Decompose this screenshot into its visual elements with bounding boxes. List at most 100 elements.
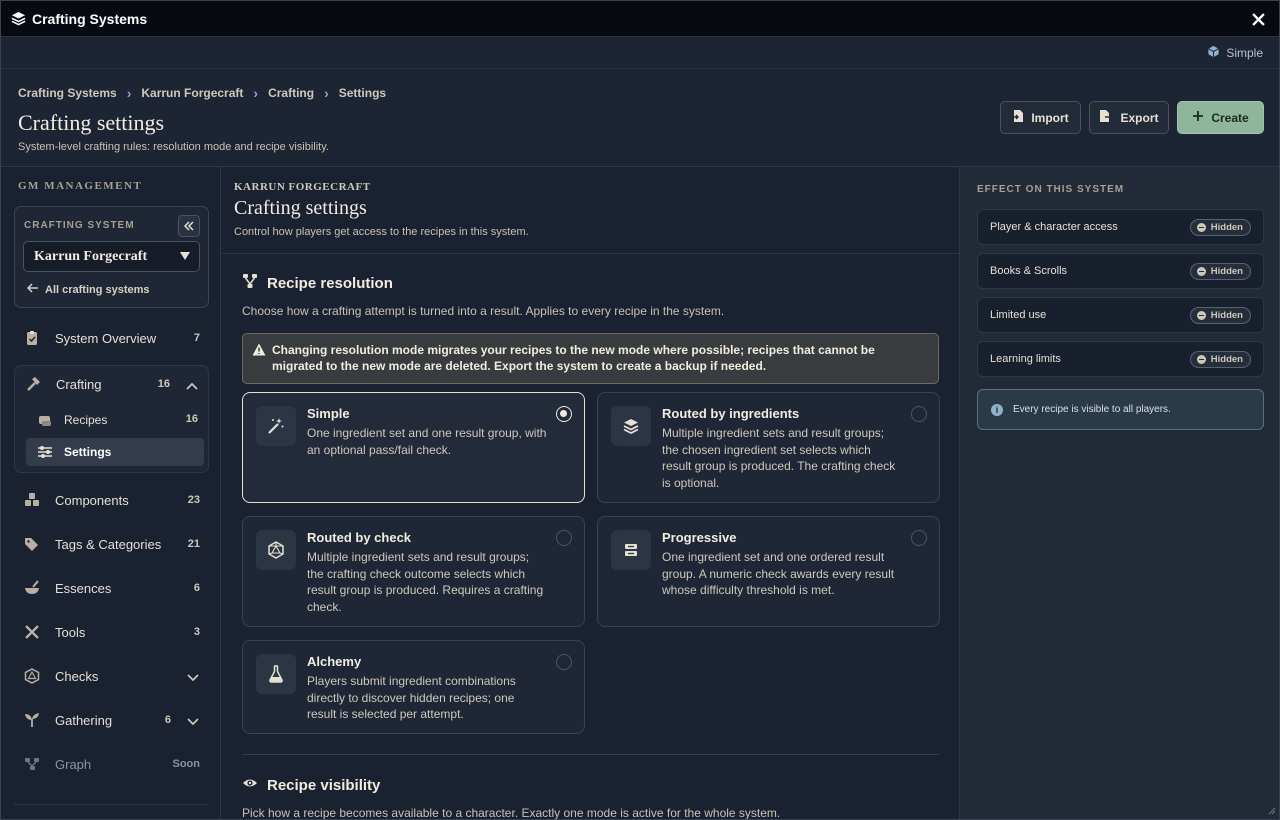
- export-button[interactable]: Export: [1089, 101, 1169, 134]
- warning-icon: [252, 343, 266, 360]
- chevron-right-icon: ›: [253, 85, 259, 101]
- breadcrumb: Crafting Systems › Karrun Forgecraft › C…: [18, 85, 386, 101]
- resolution-heading: Recipe resolution: [242, 273, 393, 293]
- layers-icon: [11, 11, 27, 27]
- breadcrumb-item[interactable]: Crafting: [268, 86, 314, 100]
- option-name: Simple: [307, 406, 350, 421]
- option-radio[interactable]: [911, 530, 927, 546]
- wand-icon: [256, 406, 296, 446]
- system-selector-panel: CRAFTING SYSTEM Karrun Forgecraft All cr…: [14, 206, 209, 308]
- sidebar-item-label: Recipes: [64, 413, 108, 427]
- sidebar-item-recipes[interactable]: Recipes 16: [26, 406, 204, 434]
- sidebar-item-crafting[interactable]: Crafting 16: [15, 366, 208, 402]
- option-name: Progressive: [662, 530, 737, 545]
- sidebar-item-gathering[interactable]: Gathering 6: [14, 702, 209, 738]
- page-title: Crafting settings: [18, 110, 165, 135]
- sidebar-item-tags[interactable]: Tags & Categories 21: [14, 526, 209, 562]
- system-select-value: Karrun Forgecraft: [34, 248, 148, 264]
- sidebar-item-count: 6: [164, 714, 171, 726]
- crafting-nav-group: Crafting 16 Recipes 16 Settings: [14, 365, 209, 473]
- create-button[interactable]: Create: [1177, 101, 1264, 134]
- app-window: Crafting Systems Simple Crafting Systems…: [0, 0, 1280, 820]
- close-icon[interactable]: [1249, 10, 1267, 28]
- visibility-description: Pick how a recipe becomes available to a…: [242, 806, 781, 820]
- resize-handle-icon[interactable]: [1266, 803, 1276, 818]
- hammer-icon: [25, 376, 41, 392]
- section-divider: [242, 754, 939, 755]
- option-name: Routed by check: [307, 530, 412, 545]
- option-radio[interactable]: [556, 530, 572, 546]
- effect-row: Player & character access Hidden: [977, 209, 1264, 245]
- file-import-icon: [1012, 109, 1024, 126]
- section-page-subtitle: Control how players get access to the re…: [234, 226, 529, 238]
- graph-icon: [24, 756, 40, 772]
- effect-panel: EFFECT ON THIS SYSTEM Player & character…: [959, 167, 1279, 819]
- sidebar-item-settings[interactable]: Settings: [26, 438, 204, 466]
- resolution-option-routed-check[interactable]: Routed by check Multiple ingredient sets…: [242, 516, 585, 627]
- sidebar-item-components[interactable]: Components 23: [14, 482, 209, 518]
- chevron-up-icon[interactable]: [186, 378, 198, 393]
- boxes-icon: [24, 492, 40, 508]
- breadcrumb-item[interactable]: Karrun Forgecraft: [141, 86, 243, 100]
- minus-circle-icon: [1196, 267, 1206, 276]
- all-systems-link[interactable]: All crafting systems: [26, 283, 150, 296]
- visibility-heading: Recipe visibility: [242, 775, 380, 795]
- cube-icon: [1207, 45, 1220, 61]
- sidebar-item-label: Tools: [55, 624, 86, 640]
- import-button[interactable]: Import: [1000, 101, 1081, 134]
- chevron-down-icon[interactable]: [187, 714, 199, 729]
- system-select[interactable]: Karrun Forgecraft: [23, 241, 200, 272]
- status-badge: Hidden: [1189, 307, 1251, 324]
- sprout-icon: [24, 712, 40, 728]
- warning-text: Changing resolution mode migrates your r…: [272, 343, 875, 373]
- breadcrumb-item: Settings: [338, 86, 387, 100]
- sidebar-item-label: System Overview: [55, 330, 157, 346]
- resolution-option-routed-ingredients[interactable]: Routed by ingredients Multiple ingredien…: [597, 392, 940, 503]
- mode-label: Simple: [1226, 46, 1263, 60]
- resolution-title: Recipe resolution: [267, 274, 393, 292]
- sidebar-item-count: 23: [187, 494, 200, 506]
- resolution-option-alchemy[interactable]: Alchemy Players submit ingredient combin…: [242, 640, 585, 734]
- system-label: CRAFTING SYSTEM: [24, 220, 135, 231]
- option-radio[interactable]: [911, 406, 927, 422]
- all-systems-label: All crafting systems: [45, 283, 150, 296]
- sidebar-item-count: 7: [193, 332, 200, 344]
- sidebar-item-checks[interactable]: Checks: [14, 658, 209, 694]
- sidebar-item-essences[interactable]: Essences 6: [14, 570, 209, 606]
- plus-icon: [1192, 110, 1204, 125]
- sidebar-item-count: Soon: [172, 758, 201, 770]
- mode-indicator: Simple: [1207, 45, 1263, 61]
- section-page-title: Crafting settings: [234, 197, 367, 219]
- sidebar-item-label: Essences: [55, 580, 112, 596]
- visibility-title: Recipe visibility: [267, 776, 381, 794]
- resolution-option-simple[interactable]: Simple One ingredient set and one result…: [242, 392, 585, 503]
- migration-warning: Changing resolution mode migrates your r…: [242, 333, 939, 384]
- sidebar-item-system-overview[interactable]: System Overview 7: [14, 320, 209, 356]
- option-radio[interactable]: [556, 654, 572, 670]
- minus-circle-icon: [1196, 223, 1206, 232]
- info-icon: i: [991, 403, 1003, 416]
- page-header: Crafting Systems › Karrun Forgecraft › C…: [1, 69, 1279, 167]
- effect-row: Books & Scrolls Hidden: [977, 253, 1264, 289]
- chevron-down-icon[interactable]: [187, 670, 199, 685]
- breadcrumb-item[interactable]: Crafting Systems: [18, 86, 117, 100]
- sidebar-item-count: 16: [185, 413, 198, 425]
- sidebar-item-tools[interactable]: Tools 3: [14, 614, 209, 650]
- resolution-description: Choose how a crafting attempt is turned …: [242, 304, 725, 318]
- option-radio[interactable]: [556, 406, 572, 422]
- sidebar-item-graph[interactable]: Graph Soon: [14, 746, 209, 782]
- chevron-right-icon: ›: [324, 85, 329, 101]
- stack-icon: [611, 530, 651, 570]
- sidebar-item-label: Crafting: [56, 376, 102, 392]
- dice-icon: [24, 668, 40, 684]
- sidebar-item-label: Gathering: [55, 712, 113, 728]
- tools-icon: [24, 624, 40, 640]
- flask-icon: [256, 654, 296, 694]
- main-content: KARRUN FORGECRAFT Crafting settings Cont…: [222, 167, 959, 820]
- collapse-sidebar-icon[interactable]: [178, 215, 200, 237]
- resolution-option-progressive[interactable]: Progressive One ingredient set and one o…: [597, 516, 940, 627]
- minus-circle-icon: [1196, 355, 1206, 364]
- sidebar-item-count: 6: [193, 582, 200, 594]
- clipboard-icon: [24, 330, 40, 346]
- effect-row-label: Player & character access: [990, 221, 1118, 233]
